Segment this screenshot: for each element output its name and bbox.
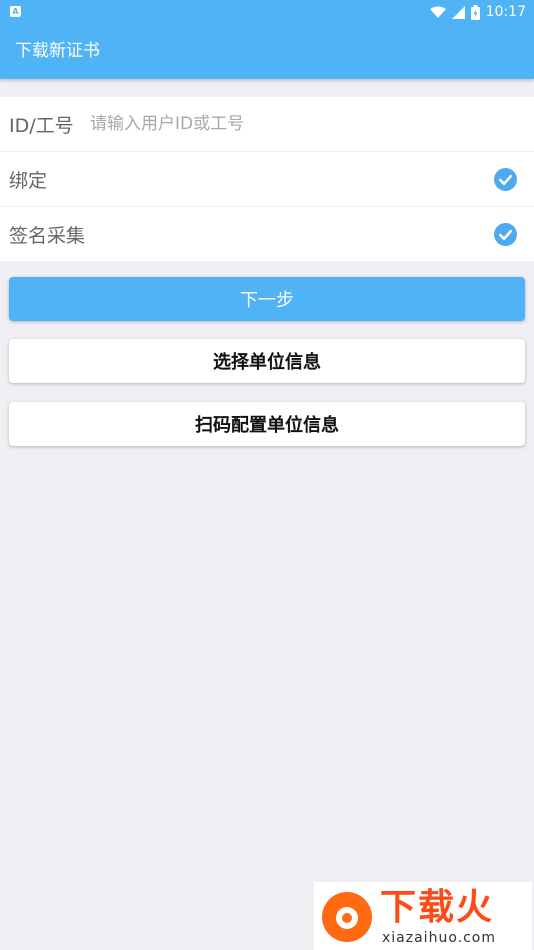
status-icons: 10:17 [429, 0, 526, 24]
app-bar: 下载新证书 [0, 24, 534, 79]
bind-label: 绑定 [9, 169, 48, 192]
scan-unit-button[interactable]: 扫码配置单位信息 [9, 402, 525, 446]
signature-label: 签名采集 [9, 224, 86, 247]
notification-icon: A [10, 6, 21, 17]
signature-check-icon[interactable] [494, 223, 517, 246]
status-bar: A 10:17 [0, 0, 534, 24]
bind-row[interactable]: 绑定 [0, 152, 534, 207]
id-label: ID/工号 [9, 114, 74, 137]
signature-row[interactable]: 签名采集 [0, 207, 534, 261]
next-step-button[interactable]: 下一步 [9, 277, 525, 321]
watermark-brand: 下载火 [380, 887, 495, 928]
id-row: ID/工号 [0, 97, 534, 152]
signal-icon [451, 5, 465, 19]
select-unit-button[interactable]: 选择单位信息 [9, 339, 525, 383]
clock: 10:17 [485, 4, 526, 20]
watermark: 下载火 xiazaihuo.com [314, 882, 532, 950]
watermark-domain: xiazaihuo.com [382, 930, 496, 946]
download-icon [342, 913, 352, 923]
bind-check-icon[interactable] [494, 168, 517, 191]
page-title: 下载新证书 [15, 41, 100, 61]
wifi-icon [429, 6, 446, 18]
battery-icon [470, 4, 480, 20]
certificate-form: ID/工号 绑定 签名采集 [0, 97, 534, 261]
id-input[interactable] [90, 109, 510, 139]
